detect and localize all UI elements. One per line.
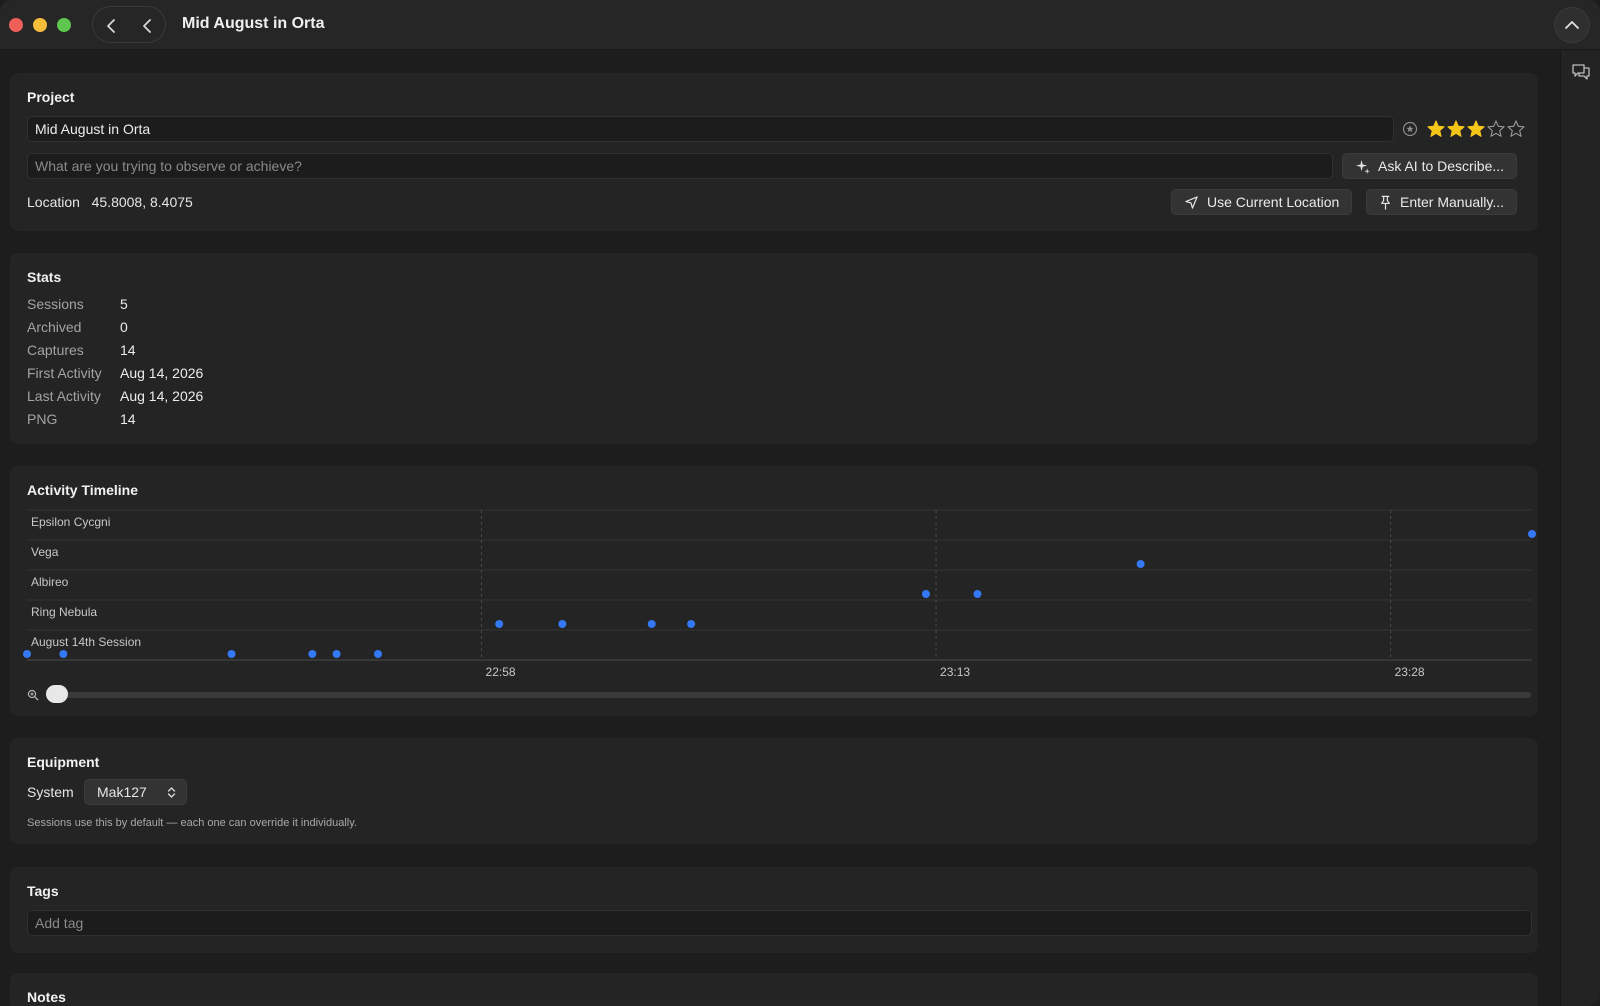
stats-row: First Activity Aug 14, 2026: [27, 365, 203, 385]
use-current-location-button[interactable]: Use Current Location: [1171, 189, 1353, 215]
system-select-value: Mak127: [97, 784, 147, 800]
timeline-point[interactable]: [227, 650, 236, 658]
location-arrow-icon: [1185, 195, 1198, 209]
timeline-tick-label: 23:13: [940, 665, 970, 676]
equipment-hint: Sessions use this by default — each one …: [27, 817, 357, 829]
app-window: Mid August in Orta Project Ask AI to Des…: [0, 0, 1600, 1006]
inspector-sidebar: [1560, 51, 1600, 1006]
stats-label: First Activity: [27, 365, 102, 381]
tags-heading: Tags: [27, 883, 59, 899]
stats-label: Captures: [27, 342, 84, 358]
stats-label: PNG: [27, 411, 58, 427]
stats-label: Last Activity: [27, 388, 101, 404]
main-content: Project Ask AI to Describe... Location 4…: [0, 51, 1560, 1006]
timeline-tick-label: 23:28: [1395, 665, 1425, 676]
stats-value: Aug 14, 2026: [120, 365, 204, 381]
tags-panel: Tags: [10, 867, 1538, 953]
notes-heading: Notes: [27, 989, 66, 1005]
location-row: Location 45.8008, 8.4075: [27, 194, 193, 210]
timeline-row-label: Vega: [31, 545, 59, 559]
back-up-button[interactable]: [129, 7, 166, 44]
zoom-icon: [27, 688, 39, 704]
zoom-window-button[interactable]: [57, 18, 71, 32]
timeline-row-label: Albireo: [31, 575, 69, 589]
stats-row: PNG 14: [27, 411, 136, 431]
use-current-location-label: Use Current Location: [1207, 194, 1340, 210]
stats-label: Archived: [27, 319, 82, 335]
stats-value: 0: [120, 319, 128, 335]
add-tag-field[interactable]: [27, 910, 1532, 936]
activity-timeline-chart: Epsilon Cycgni Vega Albireo Ring Nebula Augu…: [23, 509, 1536, 676]
stats-value: Aug 14, 2026: [120, 388, 204, 404]
location-label: Location: [27, 194, 80, 210]
timeline-row-label: Epsilon Cycgni: [31, 515, 110, 529]
zoom-slider-knob[interactable]: [46, 685, 68, 703]
stats-value: 14: [120, 342, 136, 358]
navigation-group: [92, 6, 166, 43]
stats-heading: Stats: [27, 269, 62, 285]
timeline-point[interactable]: [332, 650, 341, 658]
timeline-point[interactable]: [558, 620, 567, 628]
system-select[interactable]: Mak127: [84, 779, 187, 805]
timeline-row-label: Ring Nebula: [31, 605, 97, 619]
sparkles-icon: [1355, 159, 1370, 174]
clear-rating-icon[interactable]: [1402, 121, 1418, 137]
timeline-point[interactable]: [647, 620, 656, 628]
enter-manually-label: Enter Manually...: [1400, 194, 1505, 210]
stats-panel: Stats Sessions 5 Archived 0 Captures 14 First …: [10, 253, 1538, 444]
timeline-point[interactable]: [308, 650, 317, 658]
timeline-point[interactable]: [973, 590, 982, 598]
timeline-point[interactable]: [59, 650, 68, 658]
comments-icon[interactable]: [1571, 63, 1591, 84]
stats-row: Captures 14: [27, 342, 136, 362]
star-empty-icon[interactable]: [1486, 119, 1506, 139]
location-value: 45.8008, 8.4075: [91, 194, 193, 210]
chevron-left-icon: [106, 18, 115, 33]
chevron-up-down-icon: [167, 786, 175, 798]
back-button[interactable]: [93, 7, 130, 44]
project-panel: Project Ask AI to Describe... Location 4…: [10, 73, 1538, 231]
zoom-slider-track[interactable]: [55, 692, 1531, 698]
project-name-field[interactable]: [27, 116, 1394, 142]
collapse-button[interactable]: [1554, 7, 1590, 43]
minimize-window-button[interactable]: [33, 18, 47, 32]
equipment-panel: Equipment System Mak127 Sessions use thi…: [10, 738, 1538, 844]
timeline-point[interactable]: [1136, 560, 1145, 568]
timeline-point[interactable]: [23, 650, 31, 658]
star-filled-icon[interactable]: [1426, 119, 1446, 139]
stats-row: Last Activity Aug 14, 2026: [27, 388, 203, 408]
stats-row: Archived 0: [27, 319, 128, 339]
timeline-point[interactable]: [1528, 530, 1536, 538]
equipment-heading: Equipment: [27, 754, 100, 770]
ask-ai-label: Ask AI to Describe...: [1378, 158, 1505, 174]
timeline-point[interactable]: [495, 620, 504, 628]
notes-panel: Notes: [10, 973, 1538, 1006]
timeline-row-label: August 14th Session: [31, 635, 141, 649]
timeline-point[interactable]: [687, 620, 696, 628]
goal-field[interactable]: [27, 153, 1333, 179]
stats-value: 14: [120, 411, 136, 427]
timeline-tick-label: 22:58: [486, 665, 516, 676]
chevron-left-icon: [142, 18, 151, 33]
star-empty-icon[interactable]: [1506, 119, 1526, 139]
stats-value: 5: [120, 296, 128, 312]
star-filled-icon[interactable]: [1446, 119, 1466, 139]
enter-manually-button[interactable]: Enter Manually...: [1366, 189, 1518, 215]
window-title: Mid August in Orta: [182, 15, 325, 32]
ask-ai-button[interactable]: Ask AI to Describe...: [1342, 153, 1518, 179]
stats-row: Sessions 5: [27, 296, 128, 316]
chevron-up-icon: [1565, 21, 1579, 29]
close-window-button[interactable]: [9, 18, 23, 32]
pin-icon: [1381, 195, 1390, 210]
project-heading: Project: [27, 89, 75, 105]
system-label: System: [27, 784, 74, 800]
timeline-point[interactable]: [921, 590, 930, 598]
star-rating[interactable]: [1426, 119, 1526, 139]
star-filled-icon[interactable]: [1466, 119, 1486, 139]
title-bar: Mid August in Orta: [0, 0, 1600, 50]
timeline-point[interactable]: [373, 650, 382, 658]
stats-label: Sessions: [27, 296, 84, 312]
activity-timeline-panel: Activity Timeline Epsilon Cycgni Vega Albi…: [10, 466, 1538, 716]
